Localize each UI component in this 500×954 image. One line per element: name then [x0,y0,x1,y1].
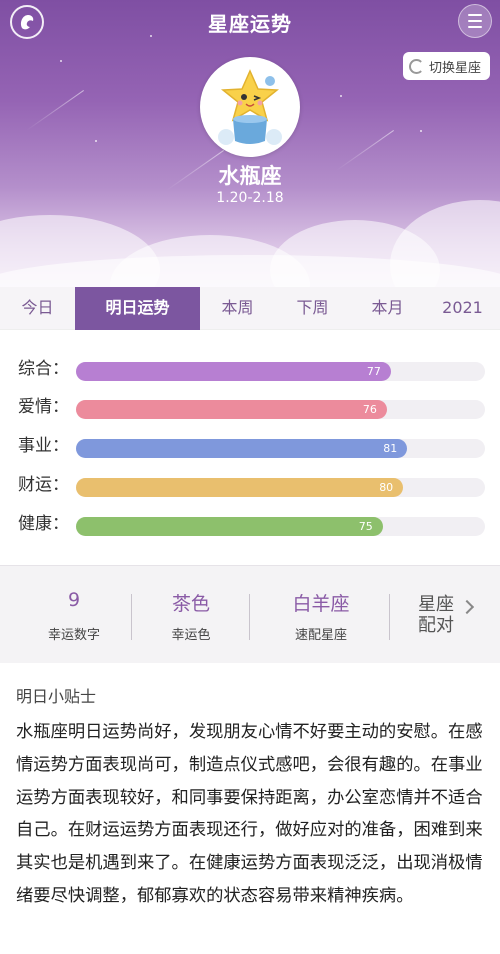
lucky-match-value: 白羊座 [292,593,350,615]
sign-dates: 1.20-2.18 [216,190,284,206]
bar-value: 75 [358,520,373,533]
lucky-color: 茶色 幸运色 [132,566,250,664]
menu-icon-line [468,26,482,28]
tab-this-month[interactable]: 本月 [350,287,425,330]
switch-sign-button[interactable]: 切换星座 [402,52,490,80]
sign-pairing-line2: 配对 [418,615,454,636]
tab-year[interactable]: 2021 [425,287,500,330]
bar-value: 76 [362,403,377,416]
bar-value: 77 [366,365,381,378]
header-banner: 星座运势 切换星座 水瓶座 1.20-2.18 [0,0,500,288]
bar-fill: 81 [76,439,408,458]
menu-button[interactable] [458,4,492,38]
bar-track: 77 [76,362,485,381]
bar-value: 81 [383,442,398,455]
bar-track: 76 [76,400,485,419]
sign-name: 水瓶座 [218,164,282,188]
period-tabs: 今日 明日运势 本周 下周 本月 2021 [0,287,500,330]
bar-row-overall: 综合： 77 [18,358,488,381]
sign-pairing-line1: 星座 [418,594,454,615]
bar-fill: 75 [76,517,383,536]
tips-title: 明日小贴士 [16,687,97,706]
lucky-color-value: 茶色 [171,593,210,615]
bar-label: 爱情： [18,397,69,417]
bar-label: 健康： [18,514,69,534]
bar-row-wealth: 财运： 80 [18,474,488,497]
bar-row-love: 爱情： 76 [18,396,488,419]
tab-today[interactable]: 今日 [0,287,75,330]
bar-fill: 80 [76,478,404,497]
lucky-match: 白羊座 速配星座 [262,566,380,664]
bar-track: 80 [76,478,485,497]
bar-track: 75 [76,517,485,536]
switch-sign-label: 切换星座 [428,60,481,76]
tips-body: 水瓶座明日运势尚好，发现朋友心情不好要主动的安慰。在感情运势方面表现尚可，制造点… [16,722,483,906]
bar-fill: 76 [76,400,387,419]
lucky-number-label: 幸运数字 [47,628,100,643]
bar-label: 事业： [18,436,69,456]
divider [389,594,390,640]
tab-this-week[interactable]: 本周 [200,287,275,330]
tab-next-week[interactable]: 下周 [275,287,350,330]
lucky-info-panel: 9 幸运数字 茶色 幸运色 白羊座 速配星座 星座 配对 [0,565,500,663]
page-title: 星座运势 [208,12,292,36]
menu-icon-line [468,20,482,22]
bar-label: 财运： [18,475,69,495]
lucky-color-label: 幸运色 [171,628,211,643]
bar-row-career: 事业： 81 [18,435,488,458]
refresh-icon [408,58,424,74]
bar-row-health: 健康： 75 [18,513,488,536]
lucky-match-label: 速配星座 [294,628,347,643]
sign-pairing-link[interactable]: 星座 配对 [418,594,454,636]
bar-track: 81 [76,439,485,458]
lucky-number-value: 9 [67,589,81,611]
bar-label: 综合： [18,359,69,379]
chevron-right-icon[interactable] [459,599,475,615]
tab-tomorrow[interactable]: 明日运势 [75,287,200,330]
bar-value: 80 [379,481,394,494]
sign-avatar [200,57,300,157]
menu-icon-line [468,14,482,16]
bar-fill: 77 [76,362,391,381]
lucky-number: 9 幸运数字 [15,566,133,664]
divider [249,594,250,640]
